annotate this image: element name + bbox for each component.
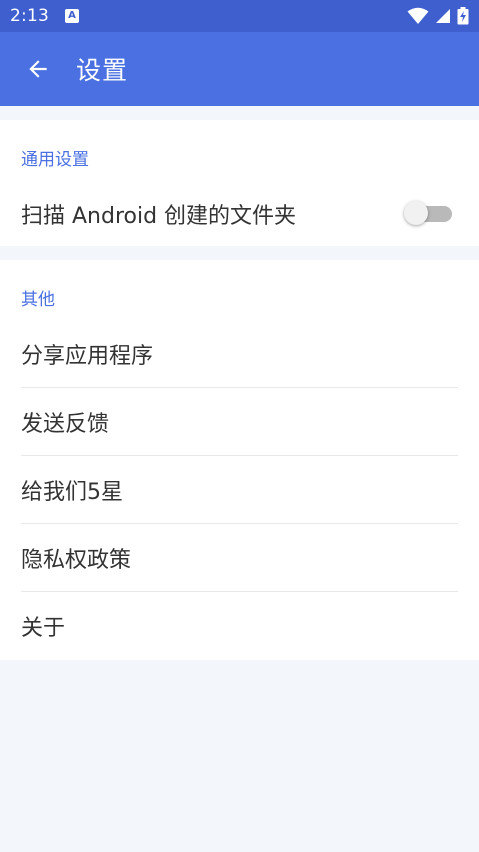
app-bar: 设置 [0,32,479,106]
notification-app-icon: A [64,9,79,23]
share-app-label: 分享应用程序 [21,343,154,369]
general-settings-section: 通用设置 扫描 Android 创建的文件夹 [0,120,479,246]
status-bar: 2:13 A [0,0,479,32]
status-icons [407,7,469,25]
scan-android-folders-switch[interactable] [404,201,454,225]
back-arrow-icon[interactable] [22,53,54,85]
scan-android-folders-row[interactable]: 扫描 Android 创建的文件夹 [21,190,458,238]
notification-app-letter: A [68,10,76,21]
status-time: 2:13 [10,6,49,26]
send-feedback-label: 发送反馈 [21,411,110,437]
page-title: 设置 [76,56,129,85]
send-feedback-item[interactable]: 发送反馈 [21,388,458,456]
cell-signal-icon [436,9,450,23]
privacy-policy-item[interactable]: 隐私权政策 [21,524,458,592]
wifi-icon [407,7,429,24]
about-label: 关于 [21,616,66,641]
other-section-header: 其他 [21,290,55,310]
scan-android-folders-label: 扫描 Android 创建的文件夹 [21,204,297,229]
battery-charging-icon [457,7,469,25]
share-app-item[interactable]: 分享应用程序 [21,320,458,388]
about-item[interactable]: 关于 [21,592,458,660]
rate-five-stars-label: 给我们5星 [21,479,123,505]
privacy-policy-label: 隐私权政策 [21,547,132,573]
other-section: 其他 分享应用程序 发送反馈 给我们5星 隐私权政策 关于 [0,260,479,660]
switch-thumb [404,201,428,225]
general-section-header: 通用设置 [21,150,89,170]
rate-five-stars-item[interactable]: 给我们5星 [21,456,458,524]
